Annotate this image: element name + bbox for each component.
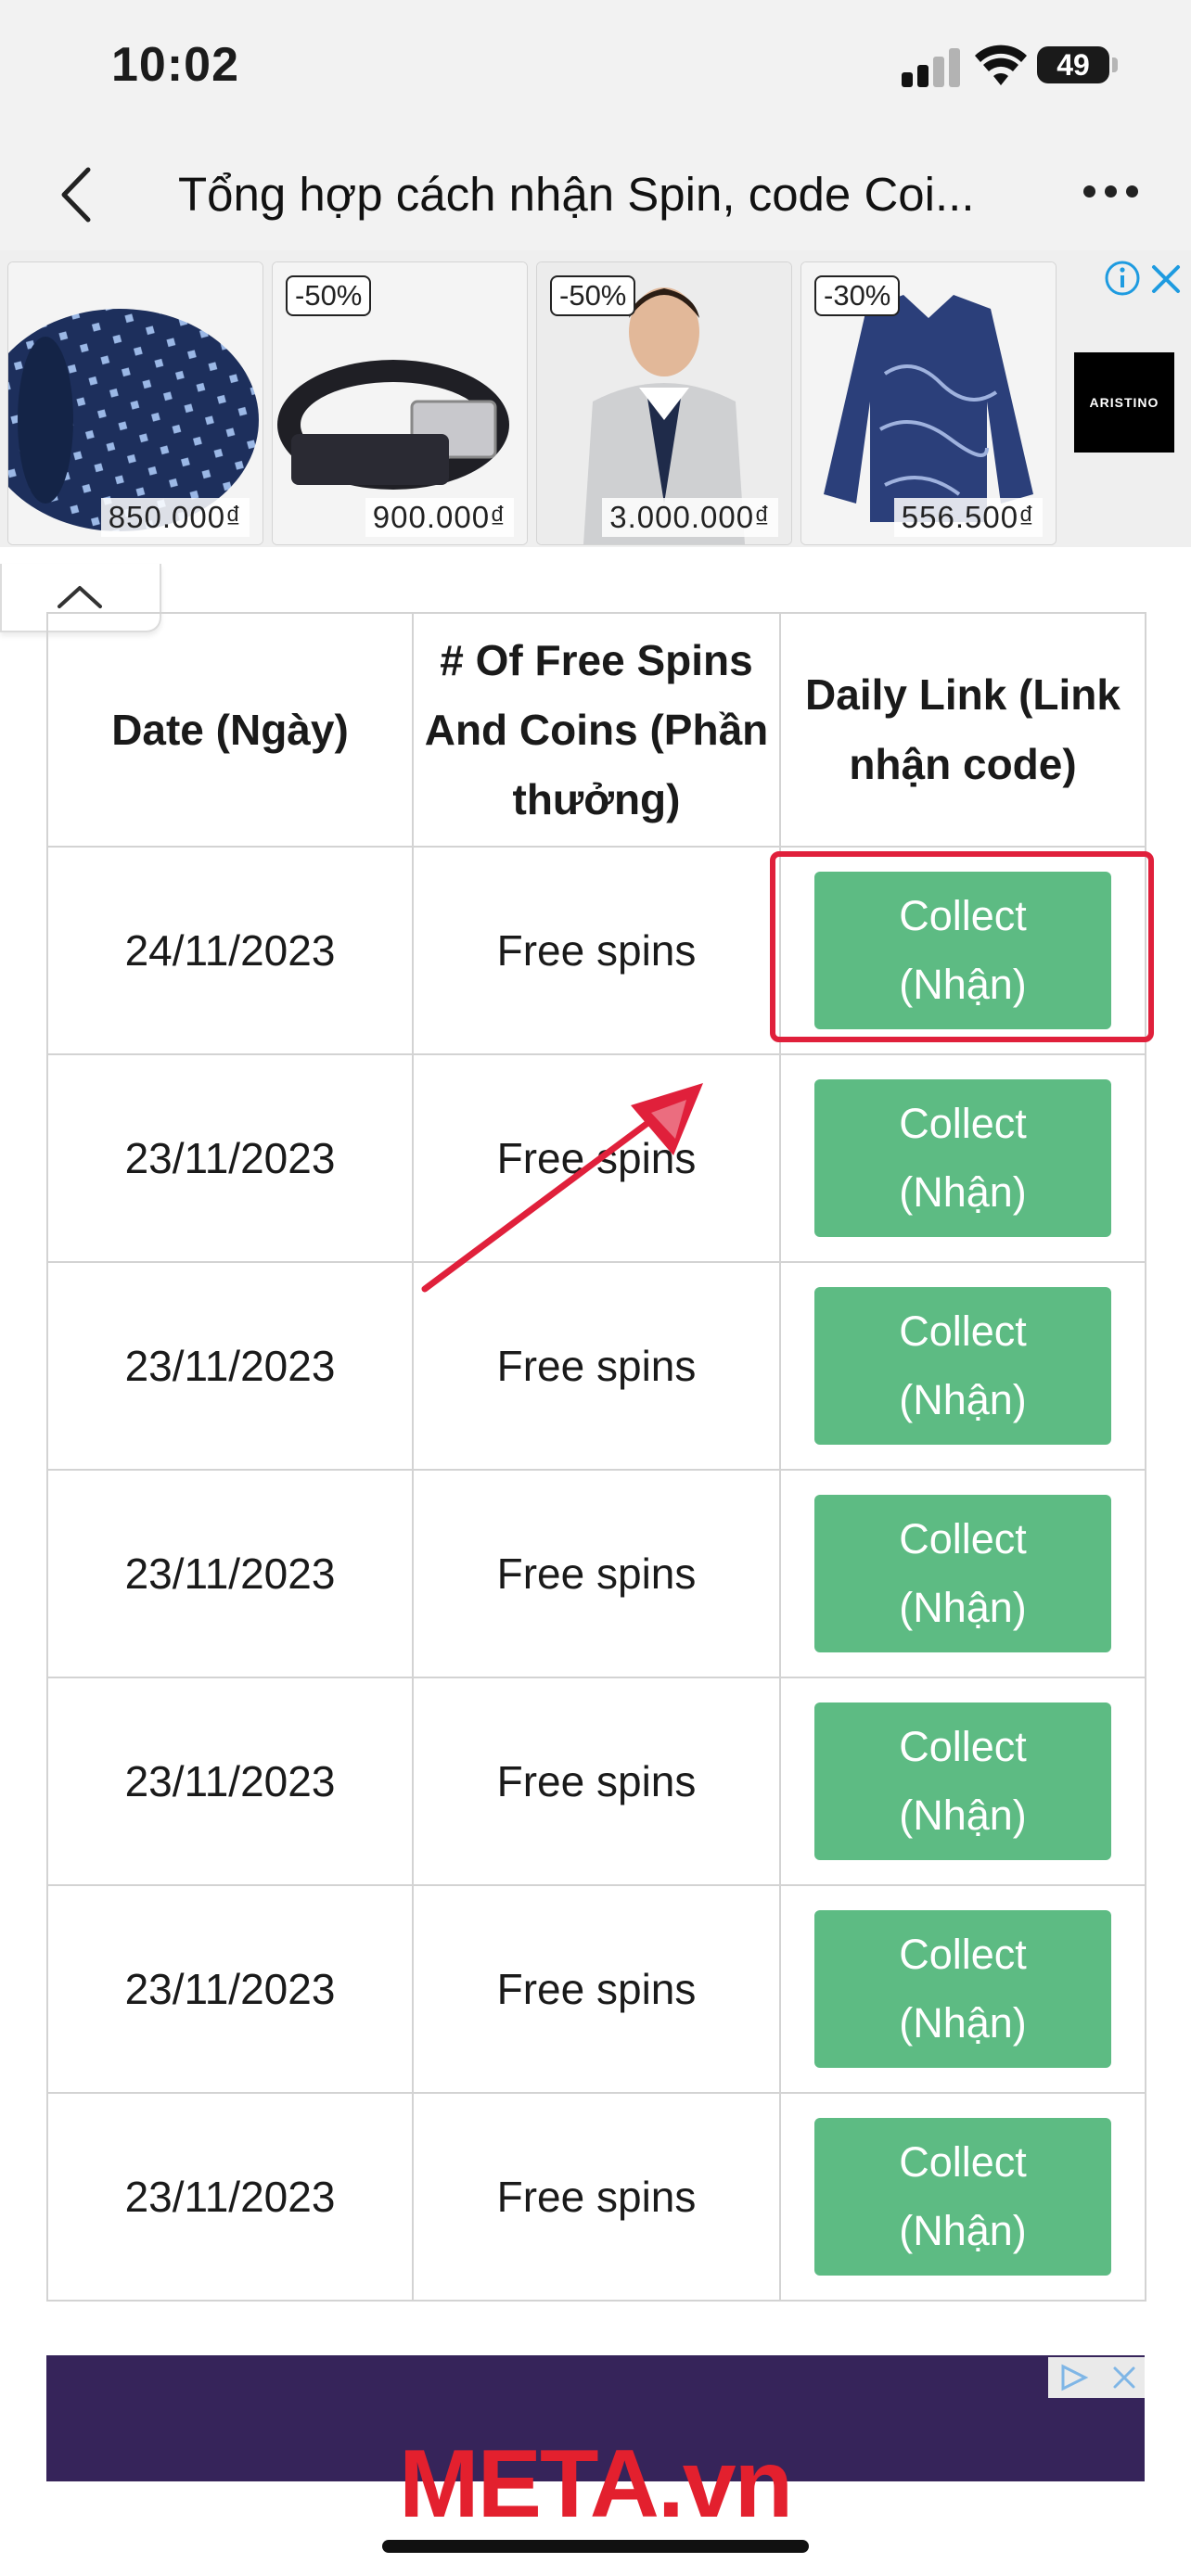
chevron-left-icon[interactable] (51, 162, 107, 227)
collect-label: Collect (899, 1931, 1027, 1978)
collect-label: Collect (899, 1515, 1027, 1562)
table-row: 23/11/2023 Free spins Collect (Nhận) (46, 1469, 1146, 1678)
discount-badge: -50% (286, 275, 372, 316)
highlight-box (770, 851, 1154, 1042)
reward-cell: Free spins (412, 2092, 781, 2302)
navigation-bar: Tổng hợp cách nhận Spin, code Coi... (0, 139, 1191, 251)
reward-cell: Free spins (412, 1677, 781, 1886)
battery-icon: 49 (1037, 46, 1109, 83)
battery-tip (1112, 57, 1118, 72)
collect-button[interactable]: Collect (Nhận) (814, 1702, 1111, 1860)
link-cell: Collect (Nhận) (779, 1053, 1146, 1263)
link-cell: Collect (Nhận) (779, 2092, 1146, 2302)
ad-item-belt[interactable]: -50% 900.000₫ (272, 261, 528, 545)
date-cell: 23/11/2023 (46, 1469, 414, 1678)
header-reward: # Of Free Spins And Coins (Phần thưởng) (412, 612, 781, 848)
ad-banner[interactable]: 850.000₫ -50% 900.000₫ -50% 3.000.000₫ -… (0, 250, 1191, 547)
reward-cell: Free spins (412, 846, 781, 1055)
collect-sublabel: (Nhận) (899, 1168, 1027, 1216)
collect-label: Collect (899, 2138, 1027, 2186)
link-cell: Collect (Nhận) (779, 1884, 1146, 2094)
date-cell: 23/11/2023 (46, 2092, 414, 2302)
collect-button[interactable]: Collect (Nhận) (814, 1079, 1111, 1237)
link-cell: Collect (Nhận) (779, 1677, 1146, 1886)
brand-logo[interactable]: ARISTINO (1074, 352, 1174, 453)
header-link: Daily Link (Link nhận code) (779, 612, 1146, 848)
collect-label: Collect (899, 1723, 1027, 1770)
ad-choices-icon[interactable] (1048, 2357, 1145, 2398)
ad-item-shirt[interactable]: -30% 556.500₫ (800, 261, 1057, 545)
date-cell: 23/11/2023 (46, 1261, 414, 1471)
table-row: 23/11/2023 Free spins Collect (Nhận) (46, 2092, 1146, 2302)
table-row: 23/11/2023 Free spins Collect (Nhận) (46, 1884, 1146, 2094)
ad-price: 556.500₫ (893, 498, 1043, 537)
date-cell: 23/11/2023 (46, 1053, 414, 1263)
page-title: Tổng hợp cách nhận Spin, code Coi... (178, 168, 975, 221)
table-header-row: Date (Ngày) # Of Free Spins And Coins (P… (46, 612, 1146, 848)
table-row: 23/11/2023 Free spins Collect (Nhận) (46, 1677, 1146, 1886)
collect-button[interactable]: Collect (Nhận) (814, 2118, 1111, 2276)
close-icon[interactable] (1148, 260, 1184, 297)
home-indicator[interactable] (382, 2540, 809, 2553)
collect-button[interactable]: Collect (Nhận) (814, 1495, 1111, 1652)
status-time: 10:02 (111, 38, 239, 92)
cellular-signal-icon (902, 46, 960, 87)
collect-button[interactable]: Collect (Nhận) (814, 1287, 1111, 1445)
link-cell: Collect (Nhận) (779, 1469, 1146, 1678)
date-cell: 24/11/2023 (46, 846, 414, 1055)
collect-button[interactable]: Collect (Nhận) (814, 1910, 1111, 2068)
discount-badge: -30% (814, 275, 901, 316)
ad-item-tie[interactable]: 850.000₫ (7, 261, 263, 545)
ad-price: 3.000.000₫ (602, 498, 778, 537)
watermark-logo: META.vn (399, 2430, 793, 2538)
collect-sublabel: (Nhận) (899, 1999, 1027, 2047)
date-cell: 23/11/2023 (46, 1884, 414, 2094)
collect-label: Collect (899, 1100, 1027, 1147)
reward-cell: Free spins (412, 1884, 781, 2094)
link-cell: Collect (Nhận) (779, 1261, 1146, 1471)
collect-label: Collect (899, 1307, 1027, 1355)
collect-sublabel: (Nhận) (899, 1376, 1027, 1423)
date-cell: 23/11/2023 (46, 1677, 414, 1886)
ad-item-suit[interactable]: -50% 3.000.000₫ (536, 261, 792, 545)
status-bar: 10:02 49 (0, 0, 1191, 139)
header-date: Date (Ngày) (46, 612, 414, 848)
ad-price: 900.000₫ (365, 498, 514, 537)
wifi-icon (975, 45, 1027, 85)
collect-sublabel: (Nhận) (899, 1792, 1027, 1839)
red-arrow-annotation (421, 1083, 703, 1293)
reward-cell: Free spins (412, 1469, 781, 1678)
discount-badge: -50% (550, 275, 636, 316)
collect-sublabel: (Nhận) (899, 1584, 1027, 1631)
info-icon[interactable] (1104, 260, 1141, 297)
ellipsis-icon[interactable] (1083, 185, 1139, 204)
collect-sublabel: (Nhận) (899, 2207, 1027, 2254)
ad-price: 850.000₫ (100, 498, 250, 537)
